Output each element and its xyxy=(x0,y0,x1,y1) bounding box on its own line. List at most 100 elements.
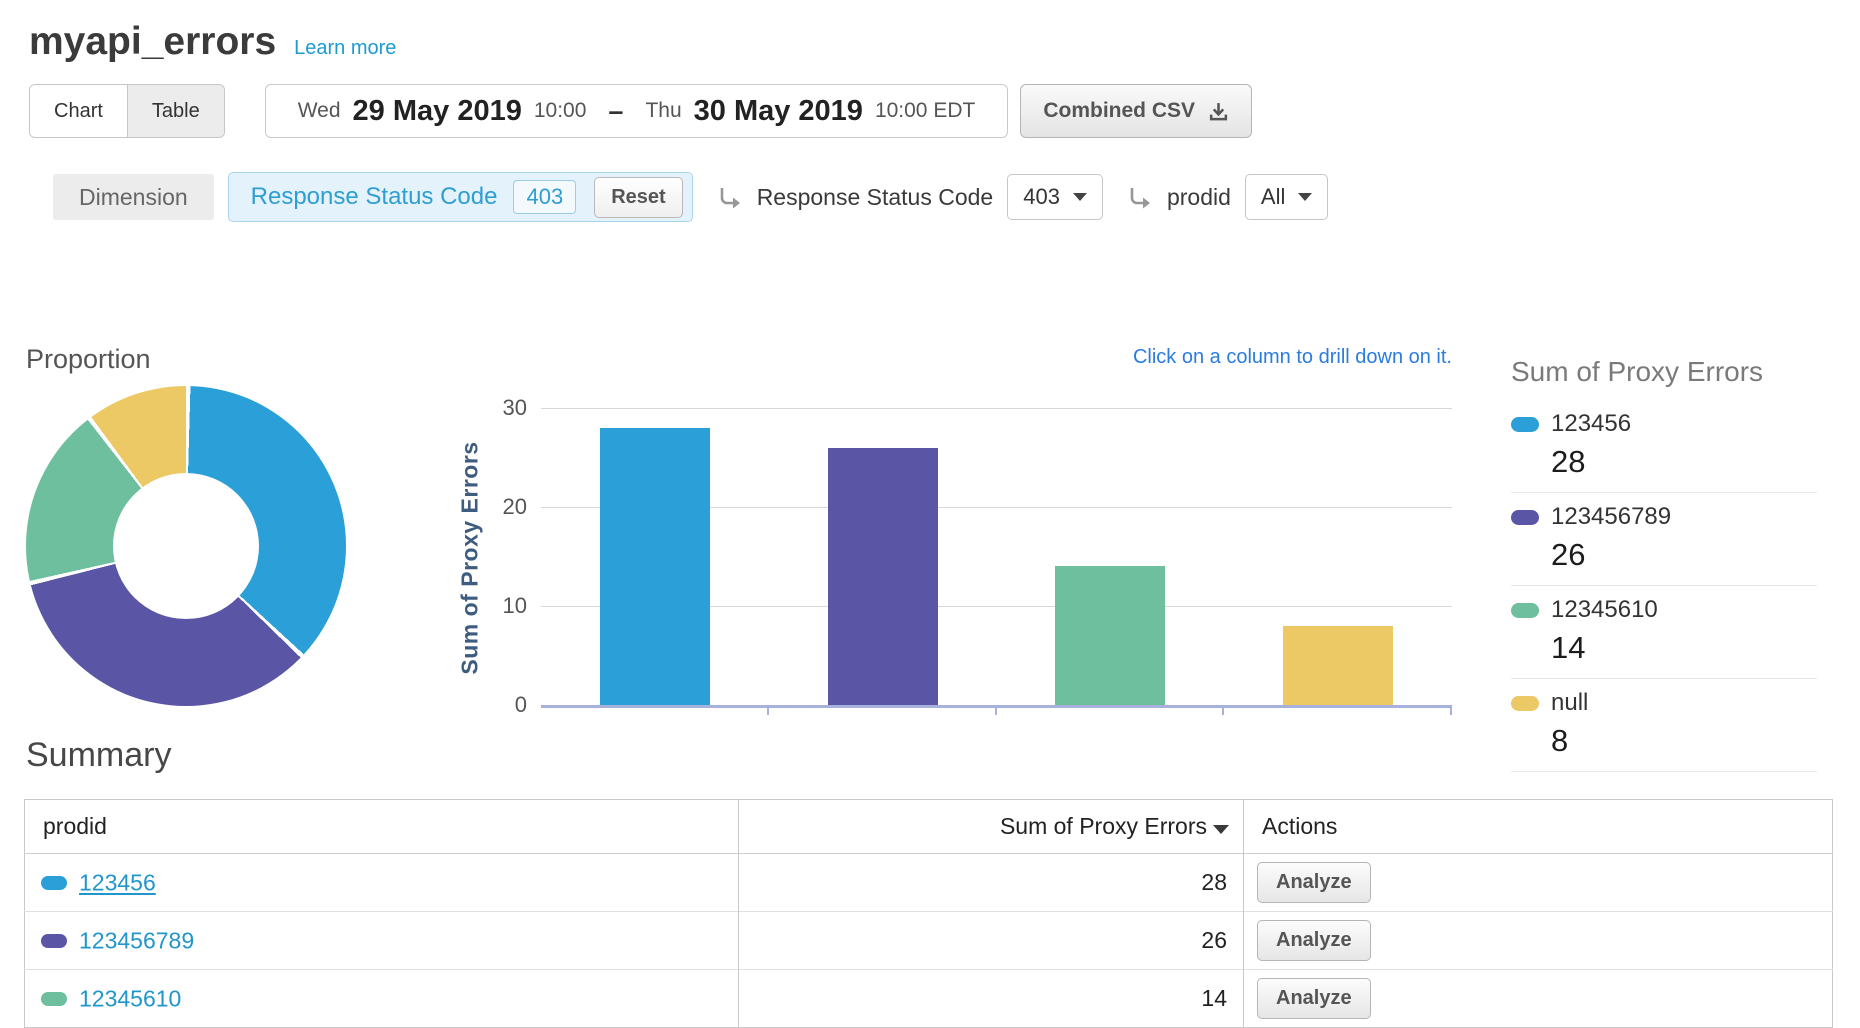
row-swatch xyxy=(41,934,67,948)
dimension-label: Dimension xyxy=(53,174,214,220)
prodid-cell: 123456789 xyxy=(25,912,739,970)
legend-label: null xyxy=(1551,689,1588,717)
prodid-link[interactable]: 123456 xyxy=(79,870,156,896)
active-filter-name: Response Status Code xyxy=(251,183,498,211)
column-header-prodid[interactable]: prodid xyxy=(25,800,739,854)
x-axis-tick xyxy=(995,708,997,715)
column-header-sum-label: Sum of Proxy Errors xyxy=(1000,813,1207,839)
value-cell: 14 xyxy=(739,970,1244,1028)
bar-slot xyxy=(997,408,1225,705)
analyze-button[interactable]: Analyze xyxy=(1257,920,1371,961)
drilldown-arrow-icon xyxy=(1125,184,1155,214)
sort-desc-icon xyxy=(1213,825,1229,834)
legend-label: 123456789 xyxy=(1551,503,1671,531)
actions-cell: Analyze xyxy=(1244,912,1833,970)
bar-123456[interactable] xyxy=(600,428,710,705)
start-time: 10:00 xyxy=(534,99,587,123)
prodid-link[interactable]: 12345610 xyxy=(79,986,181,1012)
start-date: 29 May 2019 xyxy=(353,95,522,128)
legend-row: 12345610 xyxy=(1511,596,1817,624)
drilldown-status-code-label: Response Status Code xyxy=(757,184,994,211)
prodid-dropdown[interactable]: All xyxy=(1245,174,1328,220)
legend-swatch xyxy=(1511,510,1539,525)
end-day-of-week: Thu xyxy=(645,99,681,123)
chart-view-button[interactable]: Chart xyxy=(30,85,128,137)
table-header-row: prodid Sum of Proxy Errors Actions xyxy=(25,800,1833,854)
legend-value: 28 xyxy=(1551,444,1817,480)
legend-row: 123456789 xyxy=(1511,503,1817,531)
chevron-down-icon xyxy=(1298,193,1312,201)
drilldown-arrow-icon xyxy=(715,184,745,214)
x-axis-tick xyxy=(767,708,769,715)
x-axis-tick xyxy=(1450,708,1452,715)
active-filter-chip: Response Status Code 403 Reset xyxy=(228,172,693,222)
drilldown-prodid-label: prodid xyxy=(1167,184,1231,211)
legend-label: 123456 xyxy=(1551,410,1631,438)
status-code-dropdown-value: 403 xyxy=(1023,184,1060,210)
reset-button[interactable]: Reset xyxy=(594,177,682,218)
bar-null[interactable] xyxy=(1283,626,1393,705)
end-time: 10:00 EDT xyxy=(875,99,975,123)
status-code-dropdown[interactable]: 403 xyxy=(1007,174,1103,220)
table-row: 123456 28 Analyze xyxy=(25,854,1833,912)
value-cell: 26 xyxy=(739,912,1244,970)
table-view-button[interactable]: Table xyxy=(128,85,224,137)
title-row: myapi_errors Learn more xyxy=(29,20,1860,64)
bar-chart: 0102030 xyxy=(541,408,1452,708)
legend-value: 26 xyxy=(1551,537,1817,573)
legend-item-12345610: 1234561014 xyxy=(1511,586,1817,679)
legend-swatch xyxy=(1511,696,1539,711)
analyze-button[interactable]: Analyze xyxy=(1257,978,1371,1019)
chevron-down-icon xyxy=(1073,193,1087,201)
end-date: 30 May 2019 xyxy=(694,95,863,128)
bar-123456789[interactable] xyxy=(828,448,938,705)
bars-container xyxy=(541,408,1452,705)
legend-items: 123456 28 123456789 26 1234561014 null 8 xyxy=(1511,400,1817,772)
start-day-of-week: Wed xyxy=(298,99,341,123)
value-cell: 28 xyxy=(739,854,1244,912)
download-icon xyxy=(1208,101,1229,122)
actions-cell: Analyze xyxy=(1244,854,1833,912)
proportion-title: Proportion xyxy=(26,344,151,375)
row-swatch xyxy=(41,992,67,1006)
prodid-cell: 12345610 xyxy=(25,970,739,1028)
row-swatch xyxy=(41,876,67,890)
bar-slot xyxy=(541,408,769,705)
legend-item-123456: 123456 28 xyxy=(1511,400,1817,493)
prodid-link[interactable]: 123456789 xyxy=(79,928,194,954)
legend-row: 123456 xyxy=(1511,410,1817,438)
bar-slot xyxy=(1224,408,1452,705)
drilldown-hint: Click on a column to drill down on it. xyxy=(1133,346,1452,369)
table-row: 12345610 14 Analyze xyxy=(25,970,1833,1028)
y-tick-label: 30 xyxy=(477,395,527,421)
summary-table: prodid Sum of Proxy Errors Actions 12345… xyxy=(24,799,1833,1028)
view-toggle: Chart Table xyxy=(29,84,225,138)
legend-title: Sum of Proxy Errors xyxy=(1511,356,1817,388)
filter-bar: Dimension Response Status Code 403 Reset… xyxy=(29,172,1860,222)
combined-csv-button[interactable]: Combined CSV xyxy=(1020,84,1252,138)
bar-12345610[interactable] xyxy=(1055,566,1165,705)
prodid-dropdown-value: All xyxy=(1261,184,1285,210)
legend-label: 12345610 xyxy=(1551,596,1658,624)
x-axis-tick xyxy=(1222,708,1224,715)
date-range-picker[interactable]: Wed 29 May 2019 10:00 – Thu 30 May 2019 … xyxy=(265,84,1009,138)
legend-value: 8 xyxy=(1551,723,1817,759)
column-header-sum[interactable]: Sum of Proxy Errors xyxy=(739,800,1244,854)
legend-row: null xyxy=(1511,689,1817,717)
actions-cell: Analyze xyxy=(1244,970,1833,1028)
chart-legend: Sum of Proxy Errors 12345628123456789261… xyxy=(1511,356,1817,772)
legend-item-123456789: 123456789 26 xyxy=(1511,493,1817,586)
date-range-separator: – xyxy=(608,96,623,127)
table-row: 123456789 26 Analyze xyxy=(25,912,1833,970)
combined-csv-label: Combined CSV xyxy=(1043,99,1195,123)
charts-area: Proportion Click on a column to drill do… xyxy=(0,344,1860,724)
legend-swatch xyxy=(1511,603,1539,618)
column-header-actions: Actions xyxy=(1244,800,1833,854)
page-title: myapi_errors xyxy=(29,20,276,64)
analyze-button[interactable]: Analyze xyxy=(1257,862,1371,903)
y-tick-label: 0 xyxy=(477,692,527,718)
prodid-cell: 123456 xyxy=(25,854,739,912)
learn-more-link[interactable]: Learn more xyxy=(294,37,396,60)
proportion-donut-chart[interactable] xyxy=(26,386,346,706)
y-tick-label: 10 xyxy=(477,593,527,619)
